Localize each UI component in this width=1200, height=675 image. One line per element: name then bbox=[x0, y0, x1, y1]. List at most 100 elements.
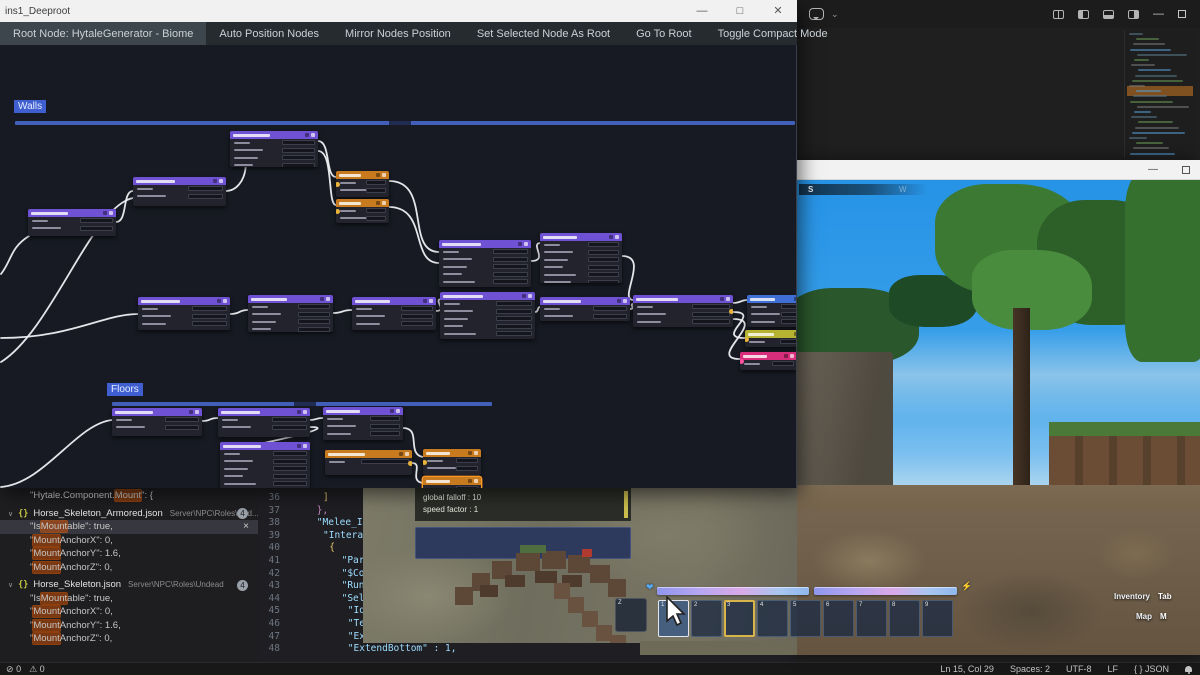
node-row-field[interactable] bbox=[588, 250, 619, 255]
node-row-field[interactable] bbox=[282, 140, 315, 145]
menu-icon[interactable] bbox=[474, 451, 478, 455]
node-row-field[interactable] bbox=[588, 272, 619, 277]
node-row-field[interactable] bbox=[370, 431, 400, 436]
node-row-field[interactable] bbox=[496, 301, 532, 306]
hotbar-slot-3[interactable]: 3 bbox=[724, 600, 755, 637]
search-results-panel[interactable]: "Hytale.Component.Mount": { ∨{}Horse_Skel… bbox=[0, 488, 258, 662]
node-row-field[interactable] bbox=[456, 486, 478, 488]
node-row-field[interactable] bbox=[272, 425, 307, 430]
minimize-button[interactable]: — bbox=[1153, 9, 1164, 20]
graph-node[interactable] bbox=[112, 408, 202, 436]
collapse-icon[interactable] bbox=[518, 242, 522, 246]
minimap[interactable] bbox=[1124, 30, 1196, 158]
menu-icon[interactable] bbox=[303, 444, 307, 448]
graph-node[interactable] bbox=[220, 442, 310, 488]
node-row-field[interactable] bbox=[361, 459, 409, 464]
graph-node[interactable] bbox=[440, 292, 535, 339]
search-match-row[interactable]: "IsMountable": true,× bbox=[0, 520, 258, 534]
graph-node[interactable] bbox=[323, 407, 403, 440]
maximize-button[interactable] bbox=[1182, 166, 1190, 174]
status-item[interactable]: Spaces: 2 bbox=[1010, 664, 1050, 674]
toggle-sidebar-left-icon[interactable] bbox=[1078, 10, 1089, 19]
node-row-field[interactable] bbox=[80, 226, 113, 231]
graph-node[interactable] bbox=[28, 209, 116, 236]
graph-node[interactable] bbox=[138, 297, 230, 330]
search-match-row[interactable]: "IsMountable": true, bbox=[0, 592, 258, 606]
status-item[interactable]: { } JSON bbox=[1134, 664, 1169, 674]
node-row-field[interactable] bbox=[401, 314, 433, 319]
node-row-field[interactable] bbox=[272, 417, 307, 422]
graph-node[interactable] bbox=[745, 330, 797, 347]
toolbar-button[interactable]: Mirror Nodes Position bbox=[332, 22, 464, 45]
toolbar-button[interactable]: Root Node: HytaleGenerator - Biome bbox=[0, 22, 206, 45]
collapse-icon[interactable] bbox=[189, 410, 193, 414]
bell-icon[interactable] bbox=[1185, 666, 1192, 672]
node-row-field[interactable] bbox=[493, 257, 528, 262]
collapse-icon[interactable] bbox=[468, 451, 472, 455]
node-row-field[interactable] bbox=[496, 324, 532, 329]
chevron-down-icon[interactable]: ∨ bbox=[8, 511, 13, 518]
node-row-field[interactable] bbox=[366, 180, 386, 185]
collapse-icon[interactable] bbox=[297, 444, 301, 448]
node-row-field[interactable] bbox=[366, 188, 386, 193]
graph-node[interactable] bbox=[540, 233, 622, 283]
collapse-icon[interactable] bbox=[794, 332, 797, 336]
node-row-field[interactable] bbox=[593, 314, 627, 319]
toolbar-button[interactable]: Go To Root bbox=[623, 22, 704, 45]
hotbar-extra-slot[interactable]: Z bbox=[615, 598, 647, 632]
node-row-field[interactable] bbox=[273, 466, 307, 471]
node-row-field[interactable] bbox=[192, 314, 227, 319]
menu-icon[interactable] bbox=[326, 297, 330, 301]
node-row-field[interactable] bbox=[493, 249, 528, 254]
search-match-row[interactable]: "MountAnchorZ": 0, bbox=[0, 561, 258, 575]
problems-warnings[interactable]: ⚠ 0 bbox=[29, 664, 45, 675]
node-row-field[interactable] bbox=[456, 458, 478, 463]
node-row-field[interactable] bbox=[282, 163, 315, 167]
collapse-icon[interactable] bbox=[423, 299, 427, 303]
graph-node[interactable] bbox=[633, 295, 733, 327]
hotbar-slot-4[interactable]: 4 bbox=[757, 600, 788, 637]
menu-icon[interactable] bbox=[623, 299, 627, 303]
node-row-field[interactable] bbox=[493, 264, 528, 269]
menu-icon[interactable] bbox=[195, 410, 199, 414]
node-row-field[interactable] bbox=[165, 417, 199, 422]
toolbar-button[interactable]: Toggle Compact Mode bbox=[705, 22, 841, 45]
chat-icon[interactable] bbox=[809, 8, 824, 20]
graph-node[interactable] bbox=[747, 295, 797, 327]
restore-button[interactable] bbox=[1178, 10, 1186, 18]
toggle-panel-icon[interactable] bbox=[1103, 10, 1114, 19]
node-row-field[interactable] bbox=[298, 304, 330, 309]
node-row-field[interactable] bbox=[772, 361, 794, 366]
node-row-field[interactable] bbox=[781, 304, 797, 309]
collapse-icon[interactable] bbox=[468, 479, 472, 483]
menu-icon[interactable] bbox=[396, 409, 400, 413]
node-row-field[interactable] bbox=[493, 279, 528, 284]
hotbar-slot-7[interactable]: 7 bbox=[856, 600, 887, 637]
node-row-field[interactable] bbox=[780, 339, 797, 344]
collapse-icon[interactable] bbox=[784, 354, 788, 358]
graph-node[interactable] bbox=[540, 297, 630, 321]
menu-icon[interactable] bbox=[790, 354, 794, 358]
node-row-field[interactable] bbox=[401, 306, 433, 311]
collapse-icon[interactable] bbox=[390, 409, 394, 413]
search-match-row[interactable]: "MountAnchorZ": 0, bbox=[0, 632, 258, 646]
collapse-icon[interactable] bbox=[103, 211, 107, 215]
node-row-field[interactable] bbox=[188, 186, 223, 191]
dismiss-match-icon[interactable]: × bbox=[243, 520, 249, 534]
node-row-field[interactable] bbox=[80, 218, 113, 223]
customize-layout-icon[interactable] bbox=[1053, 10, 1064, 19]
toolbar-button[interactable]: Set Selected Node As Root bbox=[464, 22, 623, 45]
menu-icon[interactable] bbox=[382, 173, 386, 177]
collapse-icon[interactable] bbox=[720, 297, 724, 301]
collapse-icon[interactable] bbox=[609, 235, 613, 239]
node-row-field[interactable] bbox=[282, 148, 315, 153]
graph-node[interactable] bbox=[423, 449, 481, 475]
node-canvas[interactable]: Walls Floors bbox=[0, 45, 797, 488]
graph-node[interactable] bbox=[133, 177, 226, 206]
hotbar-slot-8[interactable]: 8 bbox=[889, 600, 920, 637]
search-file-row[interactable]: ∨{}Horse_Skeleton.jsonServer\NPC\Roles\U… bbox=[0, 578, 258, 592]
menu-icon[interactable] bbox=[524, 242, 528, 246]
collapse-icon[interactable] bbox=[320, 297, 324, 301]
search-match-row[interactable]: "Hytale.Component.Mount": { bbox=[0, 489, 258, 503]
node-row-field[interactable] bbox=[273, 459, 307, 464]
